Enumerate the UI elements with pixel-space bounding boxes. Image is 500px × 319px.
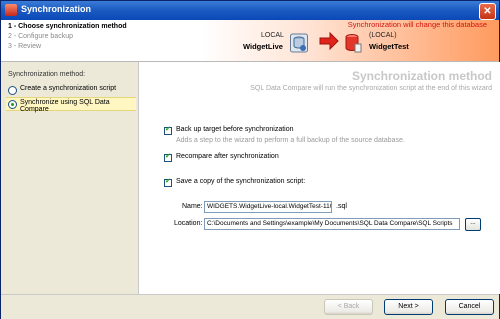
browse-button[interactable]: ... [465,218,481,231]
title-bar: Synchronization ✕ [1,1,499,20]
option-create-script-label: Create a synchronization script [20,85,117,92]
recompare-checkbox[interactable] [164,152,172,162]
main-panel: Synchronization method SQL Data Compare … [138,62,500,294]
backup-label: Back up target before synchronization [176,126,294,133]
backup-note: Adds a step to the wizard to perform a f… [176,137,405,144]
save-copy-label: Save a copy of the synchronization scrip… [176,178,306,185]
source-database-name: WidgetLive [243,42,283,51]
synchronization-window: Synchronization ✕ 1 - Choose synchroniza… [0,0,500,319]
page-subtitle: SQL Data Compare will run the synchroniz… [250,85,492,92]
source-server-label: LOCAL [261,32,284,39]
script-name-suffix: .sql [336,203,347,210]
cancel-button[interactable]: Cancel [445,299,494,315]
app-icon [5,4,17,16]
step-2: 2 - Configure backup [8,33,73,40]
step-1: 1 - Choose synchronization method [8,23,127,30]
target-database-name: WidgetTest [369,42,409,51]
warning-text: Synchronization will change this databas… [347,20,487,29]
window-title: Synchronization [21,4,92,14]
option-sql-data-compare[interactable]: Synchronize using SQL Data Compare [6,97,136,113]
sidebar-label: Synchronization method: [8,71,86,78]
wizard-footer: < Back Next > Cancel [1,294,499,319]
radio-sql-data-compare[interactable] [8,100,17,109]
script-name-input[interactable]: WIDGETS.WidgetLive-local.WidgetTest-1105 [204,201,332,213]
location-label: Location: [174,220,203,227]
source-database-icon [290,33,308,53]
wizard-header: 1 - Choose synchronization method 2 - Co… [1,20,499,62]
back-button[interactable]: < Back [324,299,373,315]
radio-create-script[interactable] [8,86,17,95]
recompare-label: Recompare after synchronization [176,153,279,160]
page-title: Synchronization method [351,69,492,83]
backup-checkbox[interactable] [164,125,172,135]
target-server-label: (LOCAL) [369,32,397,39]
save-copy-checkbox[interactable] [164,177,172,187]
option-create-script[interactable]: Create a synchronization script [6,84,136,96]
option-sql-data-compare-label: Synchronize using SQL Data Compare [20,99,110,113]
close-button[interactable]: ✕ [479,3,496,20]
step-list: 1 - Choose synchronization method 2 - Co… [8,22,127,52]
target-database-icon [345,34,362,53]
script-location-input[interactable]: C:\Documents and Settings\example\My Doc… [204,218,460,230]
step-3: 3 - Review [8,43,42,50]
next-button[interactable]: Next > [384,299,433,315]
name-label: Name: [182,203,203,210]
sync-arrow-icon [319,32,339,50]
method-sidebar: Synchronization method: Create a synchro… [1,62,138,294]
